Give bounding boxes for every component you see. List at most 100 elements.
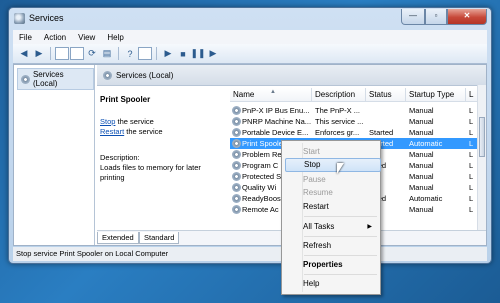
service-gear-icon: [232, 150, 241, 159]
toolbar-separator-3: [156, 47, 157, 60]
context-separator-1: [304, 216, 377, 217]
service-gear-icon: [232, 139, 241, 148]
restart-service-text: the service: [124, 127, 163, 136]
service-gear-icon: [232, 172, 241, 181]
show-hide-console-tree-icon[interactable]: [55, 47, 69, 60]
menu-bar: File Action View Help: [13, 30, 487, 44]
submenu-arrow-icon: ▶: [367, 224, 372, 230]
table-row[interactable]: PnP-X IP Bus Enu... The PnP-X ... Manual L: [230, 105, 478, 116]
title-bar[interactable]: Services — ▫ ✕: [9, 8, 491, 30]
table-row[interactable]: PNRP Machine Na... This service ... Manual…: [230, 116, 478, 127]
stop-service-link[interactable]: Stop: [100, 117, 115, 126]
properties-view-icon[interactable]: [138, 47, 152, 60]
context-separator-4: [304, 274, 377, 275]
toolbar-separator: [50, 47, 51, 60]
cell-name: Portable Device E...: [242, 128, 309, 137]
menu-view[interactable]: View: [72, 33, 101, 42]
service-gear-icon: [232, 161, 241, 170]
window-title: Services: [29, 13, 64, 23]
service-gear-icon: [232, 117, 241, 126]
stop-service-line: Stop the service: [100, 117, 154, 126]
cell-startup: Automatic: [409, 139, 443, 148]
caption-buttons: — ▫ ✕: [401, 9, 487, 25]
context-pause: Pause: [303, 175, 326, 184]
console-tree: Services (Local): [14, 65, 95, 245]
vertical-scrollbar[interactable]: [477, 85, 486, 231]
cell-startup: Automatic: [409, 194, 443, 203]
start-service-icon[interactable]: ▶: [161, 47, 175, 61]
tree-item-services-local[interactable]: Services (Local): [17, 68, 94, 90]
scrollbar-thumb[interactable]: [479, 117, 485, 157]
context-start: Start: [303, 147, 320, 156]
toolbar: ◀ ▶ ⟳ ▤ ? ▶ ■ ❚❚ ▶: [13, 44, 487, 64]
cell-name: PnP-X IP Bus Enu...: [242, 106, 310, 115]
column-header-description[interactable]: Description: [312, 88, 366, 102]
cell-status: Started: [369, 128, 394, 137]
cell-startup: Manual: [409, 161, 434, 170]
close-button[interactable]: ✕: [447, 9, 487, 25]
pause-service-icon[interactable]: ❚❚: [190, 47, 205, 61]
context-menu: Start Stop Pause Resume Restart All Task…: [281, 140, 381, 295]
context-properties[interactable]: Properties: [303, 260, 343, 269]
context-separator-2: [304, 236, 377, 237]
status-bar: Stop service Print Spooler on Local Comp…: [13, 247, 487, 261]
cell-name: PNRP Machine Na...: [242, 117, 312, 126]
refresh-icon[interactable]: ⟳: [85, 47, 99, 61]
tab-extended[interactable]: Extended: [97, 232, 139, 244]
description-text: Loads files to memory for later printing: [100, 163, 201, 182]
services-app-icon: [14, 13, 25, 24]
context-all-tasks-label: All Tasks: [303, 222, 335, 231]
context-refresh[interactable]: Refresh: [303, 241, 331, 250]
cell-startup: Manual: [409, 128, 434, 137]
restart-service-icon[interactable]: ▶: [206, 47, 220, 61]
column-header-startup-type[interactable]: Startup Type: [406, 88, 466, 102]
column-header-name-label: Name: [233, 90, 255, 99]
main-pane-title: Services (Local): [116, 70, 174, 80]
menu-action[interactable]: Action: [38, 33, 72, 42]
sort-ascending-icon: ▲: [270, 89, 276, 95]
minimize-button[interactable]: —: [401, 9, 425, 25]
context-help[interactable]: Help: [303, 279, 319, 288]
restart-service-link[interactable]: Restart: [100, 127, 124, 136]
cell-description: The PnP-X ...: [315, 106, 361, 115]
restart-service-line: Restart the service: [100, 127, 163, 136]
cell-startup: Manual: [409, 106, 434, 115]
forward-arrow-icon[interactable]: ▶: [32, 47, 46, 61]
stop-service-icon[interactable]: ■: [176, 47, 190, 61]
cell-startup: Manual: [409, 117, 434, 126]
mouse-cursor-icon: [337, 163, 344, 174]
client-area: Services (Local) Services (Local) Print …: [13, 64, 487, 246]
help-icon[interactable]: ?: [123, 47, 137, 61]
context-separator-3: [304, 255, 377, 256]
context-resume: Resume: [303, 188, 333, 197]
context-restart[interactable]: Restart: [303, 202, 329, 211]
console-view-icon[interactable]: [70, 47, 84, 60]
main-pane-header: Services (Local): [97, 65, 486, 86]
service-gear-icon: [232, 106, 241, 115]
service-gear-icon: [232, 205, 241, 214]
context-stop[interactable]: Stop: [285, 158, 381, 172]
tab-standard[interactable]: Standard: [139, 232, 180, 244]
description-label: Description:: [100, 153, 140, 162]
column-header-status[interactable]: Status: [366, 88, 406, 102]
menu-file[interactable]: File: [13, 33, 38, 42]
context-all-tasks[interactable]: All Tasks: [303, 222, 377, 231]
cell-startup: Manual: [409, 172, 434, 181]
extended-detail-pane: Print Spooler Stop the service Restart t…: [97, 85, 225, 231]
services-header-icon: [103, 70, 112, 80]
maximize-button[interactable]: ▫: [425, 9, 447, 25]
export-list-icon[interactable]: ▤: [100, 47, 114, 61]
back-arrow-icon[interactable]: ◀: [17, 47, 31, 61]
cell-startup: Manual: [409, 205, 434, 214]
stop-service-text: the service: [115, 117, 154, 126]
cell-startup: Manual: [409, 183, 434, 192]
toolbar-separator-2: [118, 47, 119, 60]
cell-startup: Manual: [409, 150, 434, 159]
selected-service-name: Print Spooler: [100, 95, 151, 104]
cell-description: This service ...: [315, 117, 364, 126]
cell-description: Enforces gr...: [315, 128, 360, 137]
column-header-name[interactable]: ▲ Name: [230, 88, 312, 102]
menu-help[interactable]: Help: [101, 33, 129, 42]
service-gear-icon: [232, 128, 241, 137]
table-row[interactable]: Portable Device E... Enforces gr... Starte…: [230, 127, 478, 138]
